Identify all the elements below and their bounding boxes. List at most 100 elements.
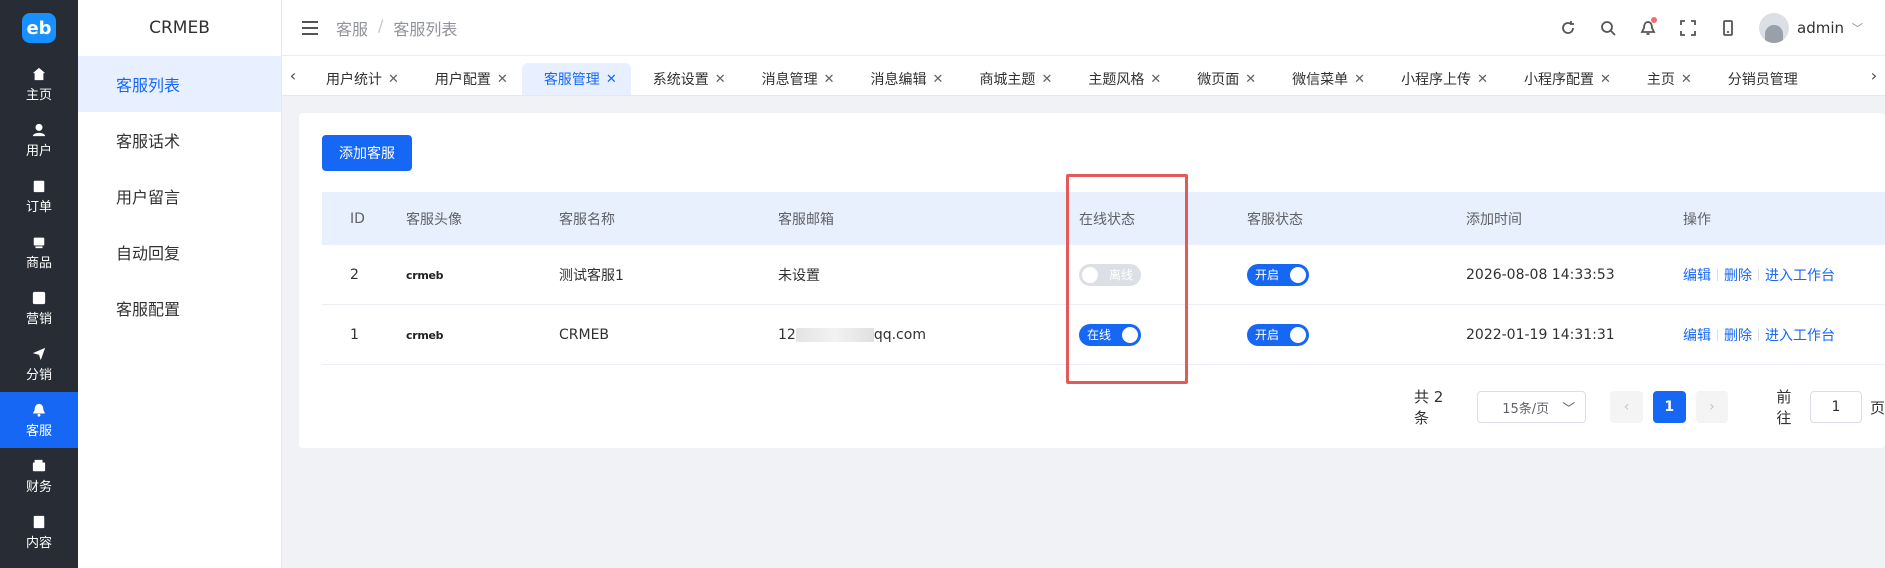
rail-item-marketing[interactable]: 营销 bbox=[0, 280, 78, 336]
chevron-left-icon[interactable]: ‹ bbox=[282, 55, 304, 95]
close-icon[interactable]: ✕ bbox=[1477, 72, 1488, 87]
tab-label: 主题风格 bbox=[1088, 72, 1145, 88]
chevron-down-icon: ﹀ bbox=[1562, 401, 1576, 417]
page-number-current[interactable]: 1 bbox=[1652, 391, 1686, 423]
prev-page-button[interactable]: ‹ bbox=[1610, 391, 1643, 423]
refresh-icon[interactable] bbox=[1559, 19, 1577, 37]
tab-wechat-menu[interactable]: 微信菜单 ✕ bbox=[1270, 63, 1379, 95]
cell-id: 2 bbox=[350, 266, 359, 283]
service-status-toggle[interactable]: 开启 bbox=[1247, 323, 1309, 346]
rail-item-finance[interactable]: 财务 bbox=[0, 448, 78, 504]
sidebar-item-service-list[interactable]: 客服列表 bbox=[78, 56, 281, 112]
tab-user-config[interactable]: 用户配置 ✕ bbox=[413, 63, 522, 95]
rail-item-home[interactable]: 主页 bbox=[0, 56, 78, 112]
column-header: 添加时间 bbox=[1466, 211, 1522, 228]
sidebar-item-auto-reply[interactable]: 自动回复 bbox=[78, 224, 281, 280]
email-text: 12 bbox=[778, 326, 796, 343]
next-page-button[interactable]: › bbox=[1695, 391, 1729, 423]
workbench-link[interactable]: 进入工作台 bbox=[1765, 325, 1835, 345]
close-icon[interactable]: ✕ bbox=[1041, 72, 1052, 87]
app-logo[interactable]: eb bbox=[0, 0, 78, 56]
close-icon[interactable]: ✕ bbox=[1681, 72, 1692, 87]
column-header: 在线状态 bbox=[1079, 211, 1135, 228]
tab-micro-page[interactable]: 微页面 ✕ bbox=[1175, 63, 1270, 95]
email-text: 未设置 bbox=[778, 267, 820, 284]
edit-link[interactable]: 编辑 bbox=[1683, 265, 1711, 285]
tab-distributor-manage[interactable]: 分销员管理 bbox=[1706, 63, 1812, 95]
rail-item-label: 财务 bbox=[25, 479, 52, 495]
sidebar-item-service-config[interactable]: 客服配置 bbox=[78, 280, 281, 336]
goto-page-input[interactable] bbox=[1809, 391, 1862, 423]
tab-theme-style[interactable]: 主题风格 ✕ bbox=[1066, 63, 1175, 95]
tab-mall-theme[interactable]: 商城主题 ✕ bbox=[957, 63, 1066, 95]
cell-status: 开启 bbox=[1247, 323, 1466, 346]
cell-time: 2022-01-19 14:31:31 bbox=[1466, 326, 1615, 343]
action-divider bbox=[1717, 268, 1718, 281]
mobile-icon[interactable] bbox=[1719, 19, 1737, 37]
cell-online: 在线 bbox=[1079, 323, 1247, 346]
column-header: 操作 bbox=[1683, 211, 1711, 228]
tab-message-edit[interactable]: 消息编辑 ✕ bbox=[849, 63, 958, 95]
tab-miniprogram-config[interactable]: 小程序配置 ✕ bbox=[1502, 63, 1625, 95]
close-icon[interactable]: ✕ bbox=[1150, 72, 1161, 87]
service-status-toggle[interactable]: 开启 bbox=[1247, 263, 1309, 286]
column-header: 客服名称 bbox=[559, 211, 615, 228]
online-status-toggle[interactable]: 离线 bbox=[1079, 263, 1141, 286]
delete-link[interactable]: 删除 bbox=[1724, 325, 1752, 345]
sidebar-item-service-scripts[interactable]: 客服话术 bbox=[78, 112, 281, 168]
close-icon[interactable]: ✕ bbox=[606, 72, 617, 87]
delete-link[interactable]: 删除 bbox=[1724, 265, 1752, 285]
tab-system-settings[interactable]: 系统设置 ✕ bbox=[631, 63, 740, 95]
tab-list: 用户统计 ✕ 用户配置 ✕ 客服管理 ✕ 系统设置 ✕ 消息管理 ✕ 消息编辑 ✕ 商城主题… bbox=[304, 55, 1863, 95]
rail-item-user[interactable]: 用户 bbox=[0, 112, 78, 168]
tab-label: 主页 bbox=[1646, 72, 1675, 88]
action-divider bbox=[1758, 328, 1759, 341]
close-icon[interactable]: ✕ bbox=[1600, 72, 1611, 87]
fullscreen-icon[interactable] bbox=[1679, 19, 1697, 37]
notification-bell-icon[interactable] bbox=[1639, 16, 1657, 37]
rail-item-distribution[interactable]: 分销 bbox=[0, 336, 78, 392]
sidebar: CRMEB 客服列表 客服话术 用户留言 自动回复 客服配置 bbox=[78, 0, 282, 568]
cell-email: 12 qq.com bbox=[778, 327, 1079, 343]
toggle-knob bbox=[1290, 266, 1306, 283]
online-status-toggle[interactable]: 在线 bbox=[1079, 323, 1141, 346]
cell-id: 1 bbox=[350, 326, 359, 343]
rail-item-order[interactable]: 订单 bbox=[0, 168, 78, 224]
action-divider bbox=[1717, 328, 1718, 341]
toggle-label: 在线 bbox=[1087, 328, 1112, 342]
close-icon[interactable]: ✕ bbox=[497, 72, 508, 87]
sidebar-item-user-messages[interactable]: 用户留言 bbox=[78, 168, 281, 224]
close-icon[interactable]: ✕ bbox=[1245, 72, 1256, 87]
tab-miniprogram-upload[interactable]: 小程序上传 ✕ bbox=[1379, 63, 1502, 95]
tab-message-manage[interactable]: 消息管理 ✕ bbox=[740, 63, 849, 95]
close-icon[interactable]: ✕ bbox=[1354, 72, 1365, 87]
edit-link[interactable]: 编辑 bbox=[1683, 325, 1711, 345]
close-icon[interactable]: ✕ bbox=[933, 72, 944, 87]
rail-item-label: 商品 bbox=[25, 255, 52, 271]
rail-item-goods[interactable]: 商品 bbox=[0, 224, 78, 280]
username: admin bbox=[1797, 18, 1844, 37]
chevron-right-icon[interactable]: › bbox=[1863, 55, 1885, 95]
close-icon[interactable]: ✕ bbox=[715, 72, 726, 87]
rail-item-label: 订单 bbox=[25, 199, 52, 215]
wallet-icon bbox=[31, 458, 47, 474]
breadcrumb-item[interactable]: 客服 bbox=[336, 16, 368, 40]
workbench-link[interactable]: 进入工作台 bbox=[1765, 265, 1835, 285]
rail-item-label: 分销 bbox=[25, 367, 52, 383]
search-icon[interactable] bbox=[1599, 19, 1617, 37]
add-service-button[interactable]: 添加客服 bbox=[322, 135, 412, 171]
breadcrumb-separator: / bbox=[378, 15, 384, 35]
user-menu[interactable]: admin ﹀ bbox=[1759, 12, 1863, 43]
tab-home[interactable]: 主页 ✕ bbox=[1625, 63, 1706, 95]
toggle-knob bbox=[1122, 326, 1138, 343]
rail-item-content[interactable]: 内容 bbox=[0, 504, 78, 560]
tab-service-manage[interactable]: 客服管理 ✕ bbox=[521, 63, 631, 95]
menu-toggle-icon[interactable] bbox=[302, 20, 318, 35]
close-icon[interactable]: ✕ bbox=[824, 72, 835, 87]
tab-label: 小程序上传 bbox=[1401, 72, 1472, 88]
cell-email: 未设置 bbox=[778, 265, 1079, 285]
close-icon[interactable]: ✕ bbox=[388, 72, 399, 87]
tab-user-stats[interactable]: 用户统计 ✕ bbox=[304, 63, 413, 95]
page-size-select[interactable]: 15条/页 ﹀ bbox=[1477, 391, 1587, 423]
rail-item-service[interactable]: 客服 bbox=[0, 392, 78, 448]
